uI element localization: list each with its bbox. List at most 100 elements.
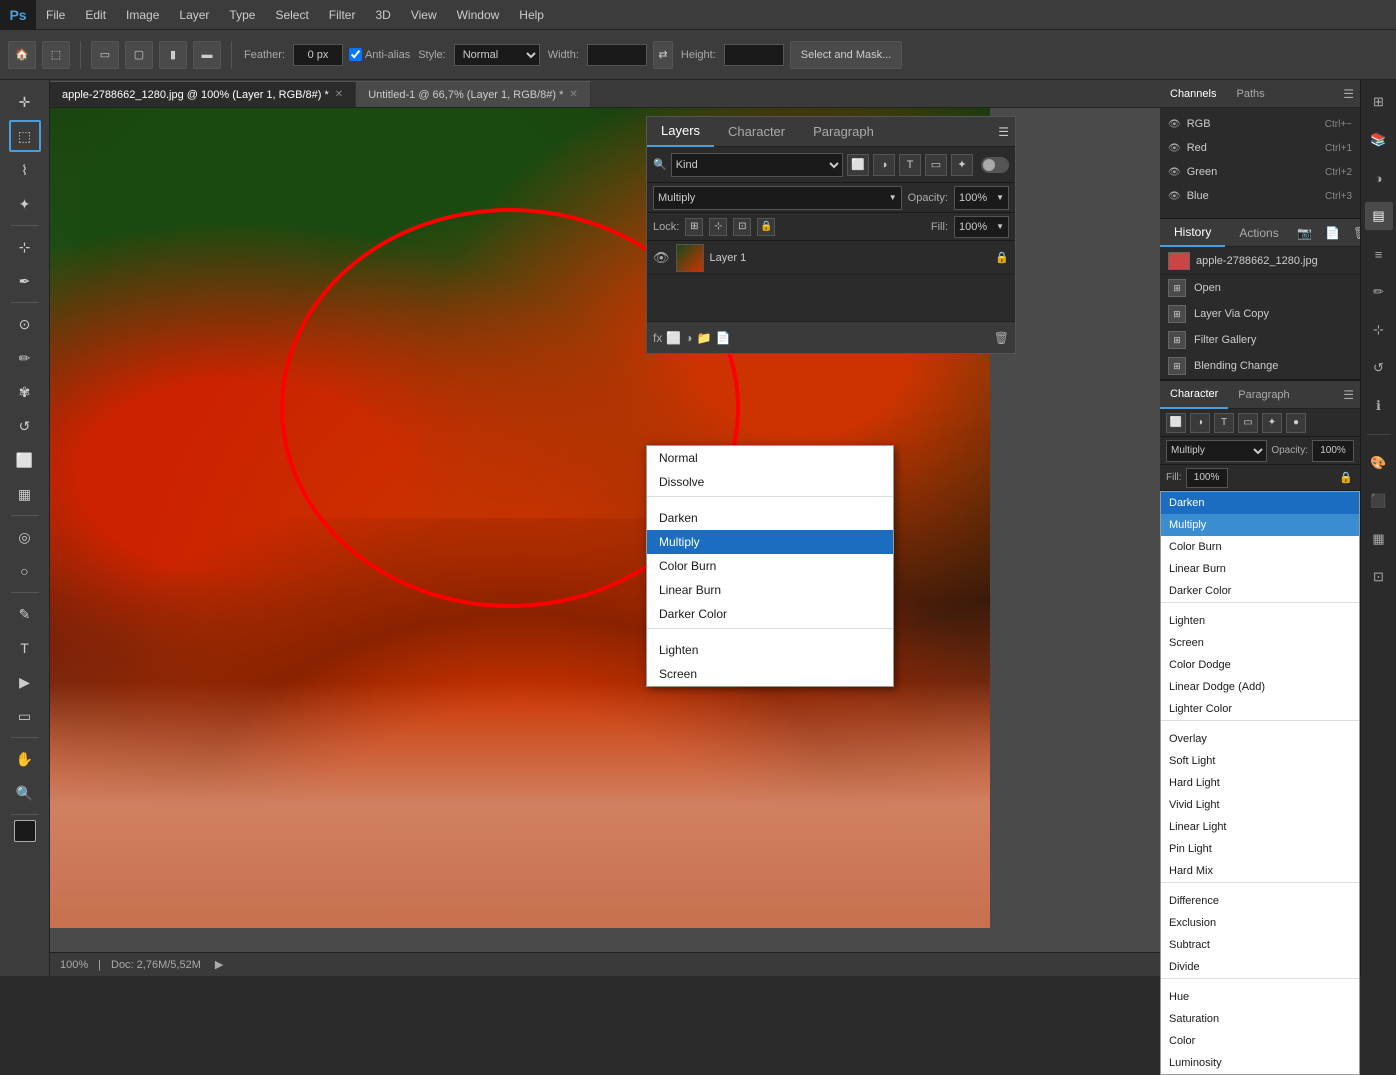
- rdd-saturation[interactable]: Saturation: [1161, 1008, 1359, 1030]
- color-icon[interactable]: 🎨: [1365, 449, 1393, 477]
- rdd-darkercolor[interactable]: Darker Color: [1161, 580, 1359, 602]
- menu-select[interactable]: Select: [265, 0, 318, 29]
- menu-filter[interactable]: Filter: [319, 0, 366, 29]
- rdd-divide[interactable]: Divide: [1161, 956, 1359, 978]
- history-item-filtergallery[interactable]: ⊞ Filter Gallery: [1160, 327, 1360, 353]
- filter-smart-icon[interactable]: ✦: [951, 154, 973, 176]
- rdd-colordodge[interactable]: Color Dodge: [1161, 654, 1359, 676]
- floating-layer-item[interactable]: 👁 Layer 1 🔒: [647, 241, 1015, 275]
- filter-toggle[interactable]: [981, 157, 1009, 173]
- filter-adjust-icon[interactable]: ◑: [873, 154, 895, 176]
- gradient-strip-icon[interactable]: ▦: [1365, 525, 1393, 553]
- marquee-btn[interactable]: ⬚: [42, 41, 70, 69]
- dd-darken[interactable]: Darken: [647, 506, 893, 530]
- rdd-screen[interactable]: Screen: [1161, 632, 1359, 654]
- dd-linearburn[interactable]: Linear Burn: [647, 578, 893, 602]
- round-btn[interactable]: ▢: [125, 41, 153, 69]
- group-layer-btn[interactable]: 📁: [697, 331, 712, 345]
- char-fill-input[interactable]: [1186, 468, 1228, 488]
- rdd-difference[interactable]: Difference: [1161, 890, 1359, 912]
- history-item-layercopy[interactable]: ⊞ Layer Via Copy: [1160, 301, 1360, 327]
- canvas-tab-0-close[interactable]: ✕: [335, 89, 343, 100]
- char-filter-adj[interactable]: ◑: [1190, 413, 1210, 433]
- single-col-btn[interactable]: ▮: [159, 41, 187, 69]
- paths-tab[interactable]: Paths: [1226, 80, 1274, 108]
- workspace-icon[interactable]: ⊞: [1365, 88, 1393, 116]
- new-layer-btn[interactable]: 📄: [716, 331, 731, 345]
- floating-tab-paragraph[interactable]: Paragraph: [799, 117, 888, 147]
- actions-tab[interactable]: Actions: [1225, 219, 1292, 247]
- rdd-hue[interactable]: Hue: [1161, 986, 1359, 1008]
- floating-opacity-input[interactable]: 100% ▼: [954, 186, 1009, 210]
- canvas-tab-1-close[interactable]: ✕: [569, 89, 577, 100]
- history-item-blending[interactable]: ⊞ Blending Change: [1160, 353, 1360, 379]
- rdd-hardlight[interactable]: Hard Light: [1161, 772, 1359, 794]
- lock-pixels-btn[interactable]: ⊞: [685, 218, 703, 236]
- layer-mask-btn[interactable]: ⬜: [666, 331, 681, 345]
- floating-tab-character[interactable]: Character: [714, 117, 799, 147]
- char-menu-right[interactable]: ☰: [1343, 388, 1360, 402]
- spot-heal-tool[interactable]: ⊙: [9, 308, 41, 340]
- lasso-tool[interactable]: ⌇: [9, 154, 41, 186]
- rdd-pinlight[interactable]: Pin Light: [1161, 838, 1359, 860]
- rdd-lineardodge[interactable]: Linear Dodge (Add): [1161, 676, 1359, 698]
- channel-blue[interactable]: 👁 Blue Ctrl+3: [1160, 184, 1360, 208]
- status-arrow[interactable]: ▶: [215, 958, 223, 971]
- floating-tab-layers[interactable]: Layers: [647, 117, 714, 147]
- floating-tab-menu[interactable]: ☰: [998, 125, 1015, 139]
- channels-icon[interactable]: ▤: [1365, 202, 1393, 230]
- lock-all-btn[interactable]: 🔒: [757, 218, 775, 236]
- channel-green[interactable]: 👁 Green Ctrl+2: [1160, 160, 1360, 184]
- style-select[interactable]: Normal Fixed Ratio Fixed Size: [454, 44, 540, 66]
- channels-tab[interactable]: Channels: [1160, 80, 1226, 108]
- swap-btn[interactable]: ⇄: [653, 41, 673, 69]
- filter-text-icon[interactable]: T: [899, 154, 921, 176]
- canvas-tab-1[interactable]: Untitled-1 @ 66,7% (Layer 1, RGB/8#) * ✕: [356, 81, 591, 107]
- quick-select-tool[interactable]: ✦: [9, 188, 41, 220]
- history-brush-tool[interactable]: ↺: [9, 410, 41, 442]
- layers-strip-icon[interactable]: ≡: [1365, 240, 1393, 268]
- foreground-color[interactable]: [14, 820, 36, 842]
- channel-rgb[interactable]: 👁 RGB Ctrl+~: [1160, 112, 1360, 136]
- dd-normal[interactable]: Normal: [647, 446, 893, 470]
- select-mask-btn[interactable]: Select and Mask...: [790, 41, 903, 69]
- menu-window[interactable]: Window: [447, 0, 510, 29]
- clone-source-icon[interactable]: ⊹: [1365, 316, 1393, 344]
- menu-view[interactable]: View: [401, 0, 447, 29]
- char-opacity-input[interactable]: [1312, 440, 1354, 462]
- floating-fill-input[interactable]: 100% ▼: [954, 216, 1009, 238]
- char-tab-right[interactable]: Character: [1160, 381, 1228, 409]
- history-snapshot-btn[interactable]: 📷: [1293, 221, 1317, 245]
- rdd-color[interactable]: Color: [1161, 1030, 1359, 1052]
- stamp-tool[interactable]: ✾: [9, 376, 41, 408]
- rdd-linearburn[interactable]: Linear Burn: [1161, 558, 1359, 580]
- crop-tool[interactable]: ⊹: [9, 231, 41, 263]
- filter-pixel-icon[interactable]: ⬜: [847, 154, 869, 176]
- channels-menu-btn[interactable]: ☰: [1343, 87, 1360, 101]
- rdd-linearlight[interactable]: Linear Light: [1161, 816, 1359, 838]
- rdd-vividlight[interactable]: Vivid Light: [1161, 794, 1359, 816]
- history-strip-icon[interactable]: ↺: [1365, 354, 1393, 382]
- menu-image[interactable]: Image: [116, 0, 169, 29]
- home-btn[interactable]: 🏠: [8, 41, 36, 69]
- adjustment-layer-btn[interactable]: ◑: [685, 331, 692, 345]
- pen-tool[interactable]: ✎: [9, 598, 41, 630]
- menu-3d[interactable]: 3D: [365, 0, 400, 29]
- channel-red[interactable]: 👁 Red Ctrl+1: [1160, 136, 1360, 160]
- rdd-colorburn[interactable]: Color Burn: [1161, 536, 1359, 558]
- menu-edit[interactable]: Edit: [75, 0, 116, 29]
- rdd-subtract[interactable]: Subtract: [1161, 934, 1359, 956]
- dd-multiply[interactable]: Multiply: [647, 530, 893, 554]
- feather-input[interactable]: [293, 44, 343, 66]
- menu-type[interactable]: Type: [219, 0, 265, 29]
- rdd-exclusion[interactable]: Exclusion: [1161, 912, 1359, 934]
- floating-kind-select[interactable]: Kind: [671, 153, 843, 177]
- canvas-tab-0[interactable]: apple-2788662_1280.jpg @ 100% (Layer 1, …: [50, 81, 356, 107]
- rdd-overlay[interactable]: Overlay: [1161, 728, 1359, 750]
- layer-eye-icon[interactable]: 👁: [653, 250, 670, 266]
- blur-tool[interactable]: ◎: [9, 521, 41, 553]
- char-filter-pixel[interactable]: ⬜: [1166, 413, 1186, 433]
- adjustments-icon[interactable]: ◑: [1365, 164, 1393, 192]
- text-tool[interactable]: T: [9, 632, 41, 664]
- dodge-tool[interactable]: ○: [9, 555, 41, 587]
